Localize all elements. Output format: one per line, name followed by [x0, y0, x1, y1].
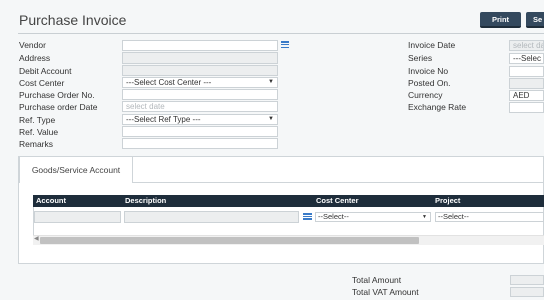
invoice-no-label: Invoice No	[408, 66, 449, 76]
po-date-label: Purchase order Date	[19, 102, 98, 112]
column-header-account: Account	[36, 196, 66, 205]
address-field	[122, 52, 278, 64]
invoice-no-field[interactable]	[509, 66, 544, 77]
purchase-invoice-page: Purchase Invoice Print Se Vendor Address…	[0, 0, 544, 300]
currency-select-value: AED	[513, 91, 530, 100]
currency-select[interactable]: AED	[509, 90, 544, 101]
total-vat-field	[510, 287, 544, 297]
description-cell[interactable]	[124, 211, 299, 223]
tab-goods-service-account[interactable]: Goods/Service Account	[19, 156, 133, 183]
chevron-down-icon: ▼	[268, 116, 274, 122]
invoice-date-placeholder: select da	[513, 41, 544, 50]
tab-divider	[133, 182, 544, 183]
invoice-date-field[interactable]: select da	[509, 40, 544, 51]
exchange-rate-label: Exchange Rate	[408, 102, 467, 112]
cost-center-cell-value: --Select--	[318, 212, 349, 221]
title-divider	[18, 33, 544, 34]
secondary-button[interactable]: Se	[526, 12, 544, 28]
vendor-field[interactable]	[122, 40, 278, 51]
series-select-value: ---Selec	[513, 54, 542, 63]
remarks-field[interactable]	[122, 138, 278, 149]
address-label: Address	[19, 53, 51, 63]
scroll-left-icon[interactable]: ◀	[34, 235, 39, 242]
ref-type-label: Ref. Type	[19, 115, 56, 125]
account-cell[interactable]	[34, 211, 121, 223]
ref-type-select[interactable]: ---Select Ref Type --- ▼	[122, 114, 278, 125]
po-date-placeholder: select date	[126, 102, 165, 111]
project-cell-select[interactable]: --Select--	[435, 212, 544, 222]
column-header-cost-center: Cost Center	[316, 196, 359, 205]
cost-center-select-value: ---Select Cost Center ---	[126, 78, 212, 87]
cost-center-select[interactable]: ---Select Cost Center --- ▼	[122, 77, 278, 88]
currency-label: Currency	[408, 90, 443, 100]
po-number-label: Purchase Order No.	[19, 90, 95, 100]
ref-value-label: Ref. Value	[19, 127, 59, 137]
total-amount-field	[510, 275, 544, 285]
total-vat-label: Total VAT Amount	[352, 287, 419, 297]
po-number-field[interactable]	[122, 89, 278, 100]
project-cell-value: --Select--	[438, 212, 469, 221]
invoice-date-label: Invoice Date	[408, 40, 456, 50]
page-title: Purchase Invoice	[19, 12, 127, 28]
total-amount-label: Total Amount	[352, 275, 402, 285]
ref-type-select-value: ---Select Ref Type ---	[126, 115, 201, 124]
print-button[interactable]: Print	[480, 12, 521, 28]
column-header-project: Project	[435, 196, 461, 205]
po-date-field[interactable]: select date	[122, 101, 278, 112]
exchange-rate-field[interactable]	[509, 102, 544, 113]
ref-value-field[interactable]	[122, 126, 278, 137]
vendor-label: Vendor	[19, 40, 46, 50]
list-icon[interactable]	[303, 213, 312, 221]
list-icon[interactable]	[281, 41, 289, 49]
debit-account-label: Debit Account	[19, 66, 72, 76]
remarks-label: Remarks	[19, 139, 54, 149]
chevron-down-icon: ▼	[422, 214, 427, 220]
column-header-description: Description	[125, 196, 167, 205]
grid-header	[33, 195, 544, 207]
posted-on-label: Posted On.	[408, 78, 451, 88]
chevron-down-icon: ▼	[268, 79, 274, 85]
cost-center-cell-select[interactable]: --Select-- ▼	[315, 212, 431, 222]
scrollbar-thumb[interactable]	[40, 237, 419, 244]
series-select[interactable]: ---Selec	[509, 53, 544, 64]
debit-account-field	[122, 65, 278, 76]
posted-on-field	[509, 78, 544, 89]
cost-center-label: Cost Center	[19, 78, 65, 88]
series-label: Series	[408, 53, 433, 63]
